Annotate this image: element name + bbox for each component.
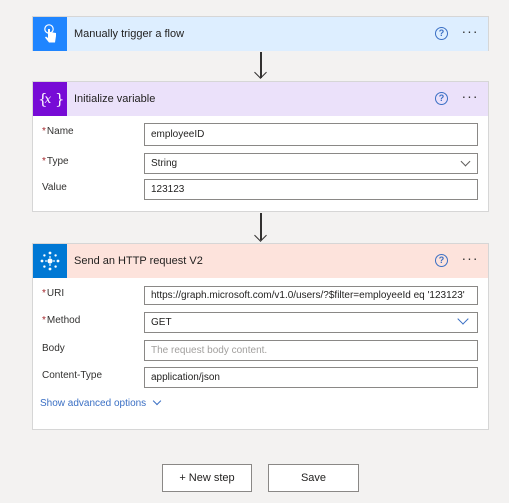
required-marker: *: [42, 126, 46, 137]
type-label: *Type: [42, 156, 69, 167]
uri-row: *URI https://graph.microsoft.com/v1.0/us…: [33, 285, 488, 307]
body-field[interactable]: The request body content.: [144, 340, 478, 361]
method-label: *Method: [42, 315, 81, 326]
help-icon[interactable]: ?: [435, 92, 448, 105]
connector-arrow: [254, 213, 267, 243]
method-row: *Method GET: [33, 312, 488, 334]
value-row: Value 123123: [33, 179, 488, 201]
body-row: Body The request body content.: [33, 340, 488, 362]
uri-label: *URI: [42, 288, 65, 299]
svg-text:x: x: [45, 92, 52, 106]
http-connector-icon: [33, 244, 67, 278]
save-button[interactable]: Save: [268, 464, 359, 492]
svg-text:}: }: [55, 90, 63, 108]
http-request-title: Send an HTTP request V2: [74, 255, 203, 267]
body-label: Body: [42, 343, 65, 354]
chevron-down-icon: [457, 313, 469, 325]
http-request-card[interactable]: Send an HTTP request V2 ? ··· *URI https…: [32, 243, 489, 430]
uri-field[interactable]: https://graph.microsoft.com/v1.0/users/?…: [144, 286, 478, 305]
variable-type-dropdown[interactable]: String: [144, 153, 478, 174]
name-row: *Name employeeID: [33, 123, 488, 146]
trigger-card-header[interactable]: Manually trigger a flow ? ···: [33, 17, 488, 51]
type-row: *Type String: [33, 153, 488, 175]
show-advanced-options-link[interactable]: Show advanced options: [40, 396, 162, 409]
method-value: GET: [151, 317, 172, 328]
hand-touch-icon: [33, 17, 67, 51]
more-options-icon[interactable]: ···: [459, 249, 481, 271]
chevron-down-icon: [152, 396, 162, 406]
http-request-header[interactable]: Send an HTTP request V2 ? ···: [33, 244, 488, 278]
chevron-down-icon: [460, 156, 471, 167]
new-step-button[interactable]: + New step: [162, 464, 252, 492]
variable-name-field[interactable]: employeeID: [144, 123, 478, 146]
initialize-variable-header[interactable]: { x } Initialize variable ? ···: [33, 82, 488, 116]
variable-value-field[interactable]: 123123: [144, 179, 478, 200]
connector-arrow: [254, 52, 267, 80]
more-options-icon[interactable]: ···: [459, 22, 481, 44]
required-marker: *: [42, 315, 46, 326]
name-label: *Name: [42, 126, 74, 137]
initialize-variable-title: Initialize variable: [74, 93, 156, 105]
method-dropdown[interactable]: GET: [144, 312, 478, 333]
variable-icon: { x }: [33, 82, 67, 116]
trigger-title: Manually trigger a flow: [74, 28, 185, 40]
trigger-card[interactable]: Manually trigger a flow ? ···: [32, 16, 489, 51]
content-type-field[interactable]: application/json: [144, 367, 478, 388]
initialize-variable-card[interactable]: { x } Initialize variable ? ··· *Name em…: [32, 81, 489, 212]
help-icon[interactable]: ?: [435, 254, 448, 267]
required-marker: *: [42, 288, 46, 299]
more-options-icon[interactable]: ···: [459, 87, 481, 109]
variable-type-value: String: [151, 158, 178, 169]
required-marker: *: [42, 156, 46, 167]
content-type-row: Content-Type application/json: [33, 367, 488, 389]
help-icon[interactable]: ?: [435, 27, 448, 40]
content-type-label: Content-Type: [42, 370, 103, 381]
value-label: Value: [42, 182, 67, 193]
